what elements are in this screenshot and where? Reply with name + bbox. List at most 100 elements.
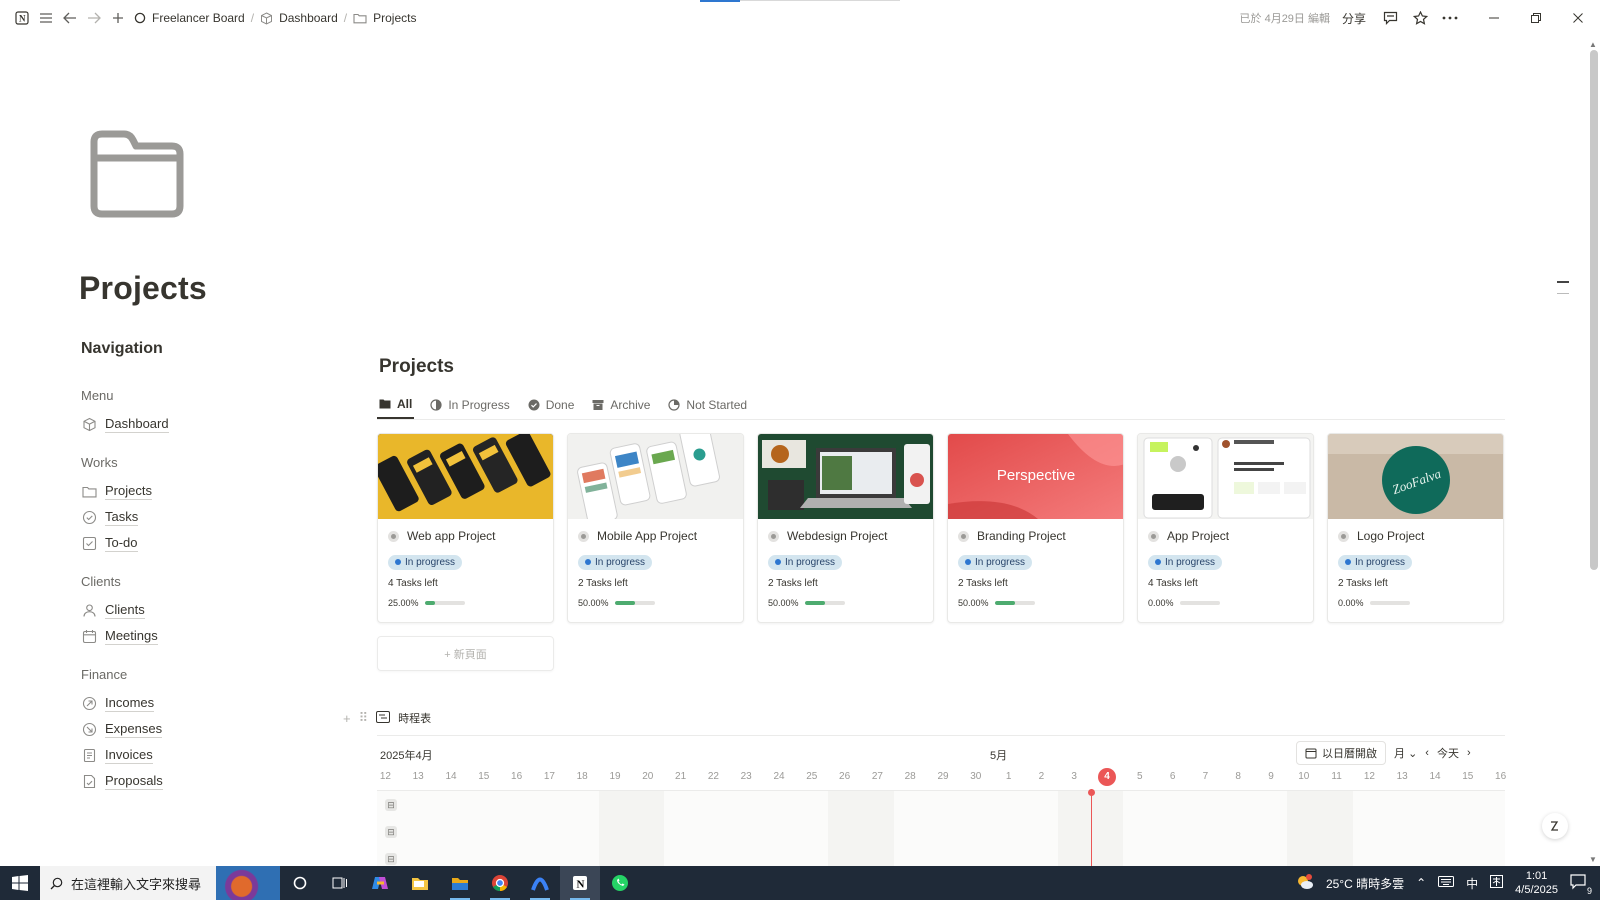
card-title: App Project [1167, 529, 1230, 543]
menu-icon[interactable] [34, 6, 58, 30]
scroll-up-icon[interactable]: ▲ [1589, 40, 1597, 49]
tasks-left: 2 Tasks left [768, 577, 818, 589]
file-explorer-folder-icon[interactable] [400, 866, 440, 900]
nav-item-proposals[interactable]: Proposals [81, 768, 321, 794]
notion-app-icon[interactable]: N [560, 866, 600, 900]
nav-item-meetings[interactable]: Meetings [81, 623, 321, 649]
cube-icon [261, 11, 273, 25]
weather-text[interactable]: 25°C 晴時多雲 [1326, 875, 1404, 892]
today-button[interactable]: 今天 [1437, 745, 1459, 761]
keyboard-icon[interactable] [1438, 876, 1455, 890]
table-of-contents-marker[interactable] [1557, 293, 1569, 294]
scrollbar-thumb[interactable] [1590, 50, 1598, 570]
page-status-icon [768, 530, 779, 542]
timeline-grid[interactable]: ⊟ ⊟ ⊟ [377, 789, 1505, 869]
timeline-row-open-icon[interactable]: ⊟ [385, 799, 397, 811]
vertical-scrollbar[interactable]: ▲ ▼ [1586, 36, 1600, 866]
project-card-webdesign[interactable]: Webdesign Project In progress 2 Tasks le… [757, 433, 934, 623]
scroll-down-icon[interactable]: ▼ [1589, 855, 1597, 864]
project-card-branding[interactable]: Perspective Branding Project In progress… [947, 433, 1124, 623]
project-card-app[interactable]: App Project In progress 4 Tasks left 0.0… [1137, 433, 1314, 623]
tab-all[interactable]: All [377, 390, 415, 419]
help-ai-button[interactable] [1542, 813, 1568, 839]
whatsapp-icon[interactable] [600, 866, 640, 900]
timeline-row-open-icon[interactable]: ⊟ [385, 826, 397, 838]
document-check-icon [81, 773, 97, 789]
calendar-icon [1305, 748, 1317, 759]
forward-arrow-icon[interactable] [82, 6, 106, 30]
progress-percent: 25.00% [388, 597, 419, 608]
nav-item-todo[interactable]: To-do [81, 530, 321, 556]
copilot-icon[interactable] [360, 866, 400, 900]
comment-icon[interactable] [1378, 6, 1402, 30]
tab-archive[interactable]: Archive [590, 390, 652, 419]
prev-period-icon[interactable]: ‹ [1425, 747, 1429, 759]
more-options-icon[interactable] [1438, 6, 1462, 30]
timeline-view-label[interactable]: 時程表 [398, 710, 431, 726]
share-button[interactable]: 分享 [1342, 10, 1366, 27]
show-hidden-icons-chevron-icon[interactable]: ⌃ [1416, 876, 1426, 890]
weather-icon[interactable] [1296, 873, 1314, 893]
restore-icon[interactable] [1524, 6, 1548, 30]
tab-in-progress[interactable]: In Progress [428, 390, 511, 419]
timeline-day-label: 16 [511, 771, 523, 782]
new-page-button[interactable]: + 新頁面 [377, 636, 554, 671]
back-arrow-icon[interactable] [58, 6, 82, 30]
project-card-web-app[interactable]: Web app Project In progress 4 Tasks left… [377, 433, 554, 623]
cortana-icon[interactable] [280, 866, 320, 900]
nav-item-label: Clients [105, 601, 145, 619]
checkbox-icon [81, 535, 97, 551]
chrome-icon[interactable] [480, 866, 520, 900]
nav-item-dashboard[interactable]: Dashboard [81, 411, 321, 437]
timeline-day-label: 13 [1396, 771, 1408, 782]
nav-group-clients: Clients Clients Meetings [81, 574, 321, 649]
task-view-icon[interactable] [320, 866, 360, 900]
progress-bar [804, 600, 845, 605]
notion-logo-icon[interactable]: N [10, 6, 34, 30]
project-card-logo[interactable]: ZooFalva Logo Project In progress 2 Task… [1327, 433, 1504, 623]
folder-icon [353, 13, 367, 24]
star-icon[interactable] [1408, 6, 1432, 30]
table-of-contents-marker[interactable] [1557, 281, 1569, 283]
tasks-left: 2 Tasks left [1338, 577, 1388, 589]
add-block-plus-icon[interactable]: + [343, 711, 351, 726]
arc-browser-icon[interactable] [520, 866, 560, 900]
open-in-calendar-button[interactable]: 以日曆開啟 [1296, 741, 1386, 765]
card-cover-image [378, 434, 553, 519]
notification-center-icon[interactable]: 9 [1570, 873, 1592, 896]
breadcrumb-dashboard[interactable]: Dashboard [256, 11, 342, 25]
timeline-day-label: 22 [707, 771, 719, 782]
tab-not-started[interactable]: Not Started [666, 390, 749, 419]
input-method-icon[interactable] [1490, 875, 1504, 891]
close-icon[interactable] [1566, 6, 1590, 30]
nav-item-invoices[interactable]: Invoices [81, 742, 321, 768]
timeline-day-label: 7 [1202, 771, 1209, 782]
next-period-icon[interactable]: › [1467, 747, 1471, 759]
breadcrumb-freelancer-board[interactable]: Freelancer Board [130, 11, 249, 25]
tab-done[interactable]: Done [526, 390, 577, 419]
minimize-icon[interactable] [1482, 6, 1506, 30]
nav-item-projects[interactable]: Projects [81, 478, 321, 504]
nav-item-clients[interactable]: Clients [81, 597, 321, 623]
windows-start-button[interactable] [0, 866, 40, 900]
breadcrumb-projects[interactable]: Projects [349, 11, 420, 25]
page-status-icon [1148, 530, 1159, 542]
ime-indicator[interactable]: 中 [1466, 875, 1478, 892]
timescale-select[interactable]: 月 ⌄ [1394, 745, 1417, 761]
drag-handle-icon[interactable]: ⠿ [359, 710, 369, 726]
nav-item-tasks[interactable]: Tasks [81, 504, 321, 530]
file-explorer-icon[interactable] [440, 866, 480, 900]
timeline-divider [377, 735, 1505, 736]
new-tab-plus-icon[interactable] [106, 6, 130, 30]
timeline-day-labels: 12 13 14 15 16 17 18 19 20 21 22 23 24 25 26 27 28 29 30 1 2… [377, 768, 1506, 790]
timeline-row-open-icon[interactable]: ⊟ [385, 853, 397, 865]
nav-item-expenses[interactable]: Expenses [81, 716, 321, 742]
page-title[interactable]: Projects [79, 270, 207, 307]
nav-item-incomes[interactable]: Incomes [81, 690, 321, 716]
projects-view-title[interactable]: Projects [379, 356, 454, 378]
page-folder-icon[interactable] [88, 130, 186, 218]
clock[interactable]: 1:01 4/5/2025 [1515, 869, 1558, 897]
project-card-mobile-app[interactable]: Mobile App Project In progress 2 Tasks l… [567, 433, 744, 623]
taskbar-search[interactable]: 在這裡輸入文字來搜尋 [40, 866, 280, 900]
progress-bar [994, 600, 1035, 605]
